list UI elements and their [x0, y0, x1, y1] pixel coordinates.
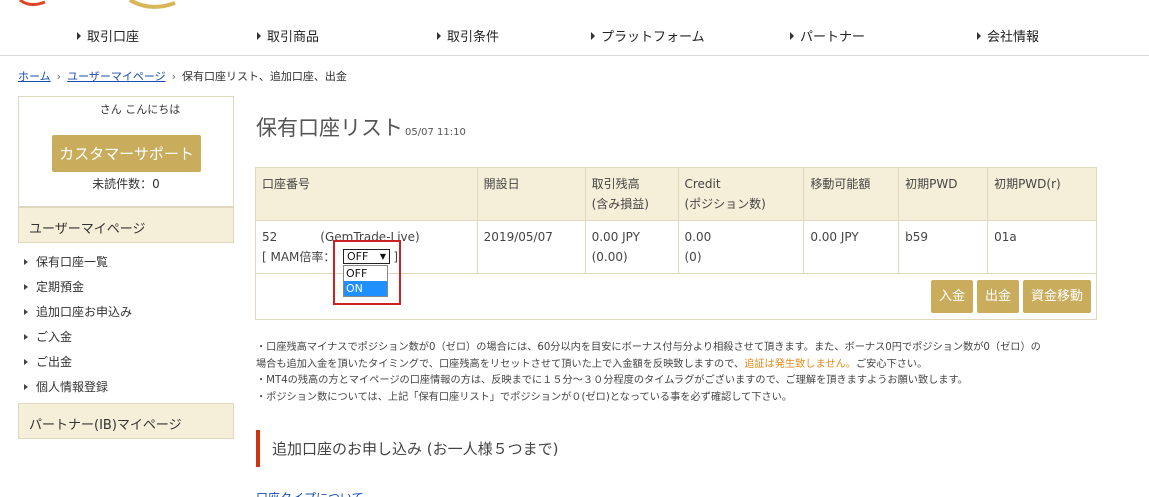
sidebar-item-label: 追加口座お申込み: [36, 305, 133, 319]
triangle-right-icon: [24, 258, 28, 265]
nav-item-platform[interactable]: プラットフォーム: [591, 26, 705, 45]
mam-ratio-select[interactable]: OFF ▼: [343, 249, 390, 264]
deposit-button[interactable]: 入金: [930, 280, 973, 313]
sidebar-item-fixed-deposit[interactable]: 定期預金: [18, 274, 234, 299]
column-header-balance: 取引残高 (含み損益): [584, 167, 679, 221]
triangle-right-icon: [24, 308, 28, 315]
breadcrumb: ホーム › ユーザーマイページ › 保有口座リスト、追加口座、出金: [18, 68, 347, 84]
sidebar-item-withdrawal[interactable]: ご出金: [18, 349, 234, 374]
withdraw-button[interactable]: 出金: [976, 280, 1019, 313]
cell-balance: 0.00 JPY (0.00): [584, 220, 679, 274]
greeting-box: さん こんにちは カスタマーサポート 未読件数：0: [18, 96, 234, 207]
logo-fragment: [19, 0, 176, 9]
mam-label: [ MAM倍率：: [262, 250, 336, 264]
note-line: ・ポジション数については、上記「保有口座リスト」でポジションが０(ゼロ)となって…: [256, 392, 793, 404]
nav-label: プラットフォーム: [601, 30, 705, 45]
chevron-down-icon: ▼: [379, 252, 386, 261]
page-timestamp: 05/07 11:10: [405, 127, 466, 138]
page-title-text: 保有口座リスト: [256, 116, 403, 140]
triangle-right-icon: [977, 31, 981, 40]
note-line: ・口座残高マイナスでポジション数が0（ゼロ）の場合には、60分以内を目安にボーナ…: [256, 342, 1041, 353]
breadcrumb-mypage-link[interactable]: ユーザーマイページ: [67, 68, 166, 84]
triangle-right-icon: [24, 283, 28, 290]
nav-label: パートナー: [800, 30, 866, 45]
nav-item-company[interactable]: 会社情報: [977, 26, 1039, 45]
user-mypage-section-header[interactable]: ユーザーマイページ: [18, 207, 234, 243]
notes-block: ・口座残高マイナスでポジション数が0（ゼロ）の場合には、60分以内を目安にボーナ…: [256, 340, 1096, 407]
triangle-right-icon: [24, 333, 28, 340]
triangle-right-icon: [257, 31, 261, 40]
triangle-right-icon: [24, 383, 28, 390]
breadcrumb-home-link[interactable]: ホーム: [18, 68, 51, 84]
sidebar-menu: 保有口座一覧 定期預金 追加口座お申込み ご入金 ご出金 個人情報登録: [18, 243, 234, 403]
nav-label: 取引口座: [87, 30, 140, 45]
column-header-initial-pwd: 初期PWD: [898, 167, 989, 221]
customer-support-button[interactable]: カスタマーサポート: [52, 135, 201, 172]
breadcrumb-separator: ›: [171, 69, 177, 83]
page-title: 保有口座リスト 05/07 11:10: [256, 112, 466, 142]
sidebar-item-account-list[interactable]: 保有口座一覧: [18, 249, 234, 274]
sidebar-item-label: 個人情報登録: [36, 380, 109, 394]
cell-initial-pwd-r: 01a: [987, 220, 1097, 274]
partner-mypage-section-header[interactable]: パートナー(IB)マイページ: [18, 403, 234, 439]
section-heading-additional-account: 追加口座のお申し込み (お一人様５つまで): [256, 430, 558, 467]
account-number: 52: [262, 230, 278, 244]
unread-count: 未読件数：0: [92, 177, 160, 191]
nav-label: 会社情報: [987, 30, 1040, 45]
sidebar-item-label: 定期預金: [36, 280, 85, 294]
column-header-movable: 移動可能額: [803, 167, 900, 221]
nav-label: 取引条件: [447, 30, 500, 45]
nav-item-partner[interactable]: パートナー: [790, 26, 865, 45]
mam-option-on[interactable]: ON: [344, 281, 387, 296]
note-line: 場合も追加入金を頂いたタイミングで、口座残高をリセットさせて頂いた上で入金額を反…: [256, 358, 928, 370]
nav-item-trading-accounts[interactable]: 取引口座: [77, 26, 139, 45]
breadcrumb-separator: ›: [56, 69, 62, 83]
account-type-link[interactable]: 口座タイプについて: [256, 489, 364, 497]
cell-credit: 0.00 (0): [677, 220, 805, 274]
mam-select-value: OFF: [347, 250, 369, 263]
triangle-right-icon: [77, 31, 81, 40]
triangle-right-icon: [591, 31, 595, 40]
note-line: ・MT4の残高の方とマイページの口座情報の方は、反映までに１５分～３０分程度のタ…: [256, 375, 968, 387]
mam-dropdown-list: OFF ON: [343, 265, 388, 297]
sidebar-item-label: ご出金: [36, 355, 73, 369]
sidebar-item-label: 保有口座一覧: [36, 255, 109, 269]
nav-item-conditions[interactable]: 取引条件: [437, 26, 499, 45]
sidebar-item-deposit[interactable]: ご入金: [18, 324, 234, 349]
nav-item-products[interactable]: 取引商品: [257, 26, 319, 45]
mam-option-off[interactable]: OFF: [344, 266, 387, 281]
sidebar-item-label: ご入金: [36, 330, 73, 344]
column-header-open-date: 開設日: [476, 167, 586, 221]
sidebar-item-additional-account[interactable]: 追加口座お申込み: [18, 299, 234, 324]
cell-initial-pwd: b59: [898, 220, 989, 274]
triangle-right-icon: [24, 358, 28, 365]
cell-movable: 0.00 JPY: [803, 220, 900, 274]
triangle-right-icon: [790, 31, 794, 40]
table-header-row: 口座番号 開設日 取引残高 (含み損益) Credit (ポジション数) 移動可能額…: [255, 167, 1097, 221]
greeting-text: さん こんにちは: [99, 103, 181, 116]
breadcrumb-current: 保有口座リスト、追加口座、出金: [182, 70, 347, 83]
column-header-account-number: 口座番号: [255, 167, 478, 221]
nav-label: 取引商品: [267, 30, 320, 45]
note-highlight: 追証は発生致しません。: [744, 358, 856, 370]
column-header-credit: Credit (ポジション数): [677, 167, 805, 221]
sidebar-item-personal-info[interactable]: 個人情報登録: [18, 374, 234, 399]
triangle-right-icon: [437, 31, 441, 40]
top-navigation: 取引口座 取引商品 取引条件 プラットフォーム パートナー 会社情報: [0, 14, 1149, 56]
sidebar: さん こんにちは カスタマーサポート 未読件数：0 ユーザーマイページ 保有口座…: [18, 96, 234, 439]
cell-open-date: 2019/05/07: [476, 220, 586, 274]
column-header-initial-pwd-r: 初期PWD(r): [987, 167, 1097, 221]
transfer-funds-button[interactable]: 資金移動: [1022, 280, 1091, 313]
